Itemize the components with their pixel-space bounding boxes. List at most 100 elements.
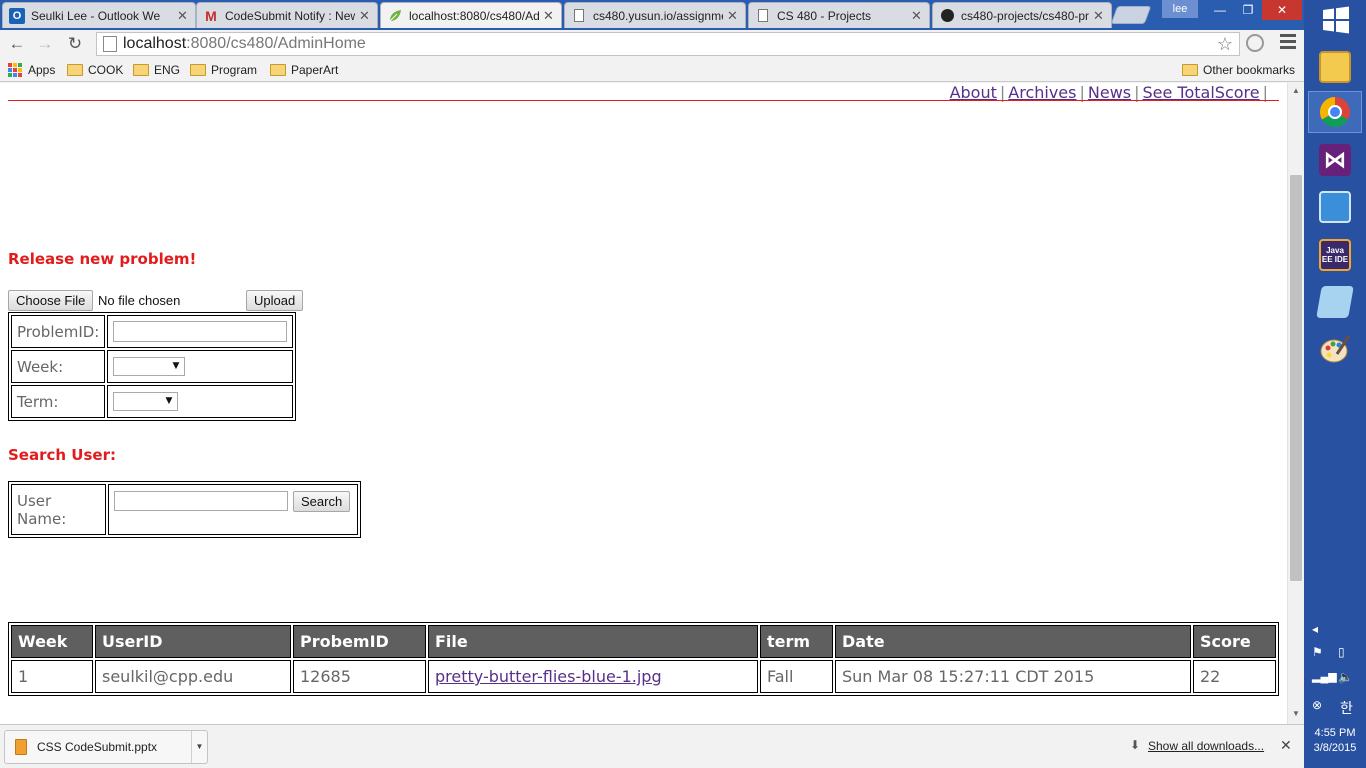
scroll-down-icon[interactable]: ▼ [1292,709,1300,718]
no-file-text: No file chosen [98,293,181,308]
show-all-downloads-link[interactable]: Show all downloads... [1148,739,1264,753]
tab-localhost[interactable]: localhost:8080/cs480/Ad ✕ [380,2,562,28]
cell-score: 22 [1193,660,1276,693]
term-select[interactable]: ▼ [113,392,179,411]
tab-github[interactable]: cs480-projects/cs480-pr ✕ [932,2,1112,28]
vertical-scrollbar[interactable]: ▲ ▼ [1287,83,1304,724]
restore-icon[interactable]: ❐ [1234,0,1262,20]
page-icon [755,8,771,24]
reload-icon[interactable]: ↻ [64,33,86,55]
extension-icon[interactable] [1246,34,1264,52]
column-header-problemid: ProbemID [293,625,426,658]
close-icon[interactable]: ✕ [1280,737,1292,754]
close-icon[interactable]: ✕ [911,8,923,24]
visual-studio-icon: ⋈ [1319,144,1351,176]
close-icon[interactable]: ✕ [1093,8,1105,24]
taskbar-file-explorer[interactable] [1308,46,1362,88]
scroll-up-icon[interactable]: ▲ [1292,86,1300,95]
column-header-date: Date [835,625,1191,658]
network-signal-icon[interactable]: ▂▄▆ [1312,670,1337,683]
menu-icon[interactable] [1280,34,1296,50]
dropdown-caret-icon: ▼ [165,396,173,406]
action-center-flag-icon[interactable]: ⚑ [1312,645,1323,659]
bookmark-folder-cook[interactable]: COOK [67,62,123,78]
tab-projects[interactable]: CS 480 - Projects ✕ [748,2,930,28]
column-header-userid: UserID [95,625,291,658]
problem-id-input[interactable] [113,321,288,342]
tray-expand-icon[interactable]: ◂ [1312,622,1318,636]
week-select[interactable]: ▼ [113,357,186,376]
volume-icon[interactable]: 🔈 [1338,670,1353,684]
choose-file-button[interactable]: Choose File [8,290,94,311]
taskbar-remote-desktop[interactable] [1308,186,1362,228]
forward-icon[interactable]: → [34,33,56,55]
browser-window: O Seulki Lee - Outlook We ✕ M CodeSubmit… [0,0,1304,768]
chevron-down-icon[interactable]: ▼ [191,731,207,763]
browser-toolbar: ← → ↻ localhost :8080/cs480/AdminHome ☆ [0,30,1304,58]
ime-language-label[interactable]: 한 [1340,698,1353,718]
bookmark-folder-paperart[interactable]: PaperArt [270,62,338,78]
header-divider [8,100,1279,101]
battery-icon[interactable]: ▯ [1338,645,1345,659]
term-cell: ▼ [107,385,294,418]
search-form-table: User Name: Search [8,481,361,538]
tab-codesubmit[interactable]: M CodeSubmit Notify : New ✕ [196,2,378,28]
scrollbar-thumb[interactable] [1290,175,1302,581]
close-icon[interactable]: ✕ [727,8,739,24]
close-icon[interactable]: ✕ [177,8,189,24]
address-bar[interactable]: localhost :8080/cs480/AdminHome ☆ [96,32,1240,56]
bookmark-apps[interactable]: Apps [8,62,55,78]
clock-date: 3/8/2015 [1313,742,1357,754]
taskbar-notepad[interactable] [1308,281,1362,323]
profile-badge[interactable]: lee [1162,0,1198,18]
tab-label: CodeSubmit Notify : New [225,8,355,23]
windows-start-icon[interactable] [1322,6,1350,34]
bookmark-folder-other[interactable]: Other bookmarks [1182,62,1295,78]
taskbar-chrome[interactable] [1308,91,1362,133]
downloads-bar: CSS CodeSubmit.pptx ▼ ⬇ Show all downloa… [0,724,1304,768]
taskbar-paint[interactable] [1308,329,1362,371]
minimize-icon[interactable]: — [1206,0,1234,20]
bookmark-label: Program [211,63,258,77]
bookmark-folder-program[interactable]: Program [190,62,257,78]
taskbar-visual-studio[interactable]: ⋈ [1308,139,1362,181]
tab-label: CS 480 - Projects [777,8,872,23]
ime-mode-icon[interactable]: ⊗ [1312,698,1322,712]
close-icon[interactable]: ✕ [543,8,555,24]
system-clock[interactable]: 4:55 PM 3/8/2015 [1304,726,1366,756]
cell-file: pretty-butter-flies-blue-1.jpg [428,660,758,693]
search-button[interactable]: Search [293,491,351,512]
close-icon[interactable]: ✕ [359,8,371,24]
window-close-icon[interactable]: ✕ [1262,0,1302,20]
url-host: localhost [123,35,187,52]
folder-icon [270,64,286,76]
file-link[interactable]: pretty-butter-flies-blue-1.jpg [435,667,662,686]
powerpoint-file-icon [15,739,27,755]
tab-yusun[interactable]: cs480.yusun.io/assignme ✕ [564,2,746,28]
release-heading: Release new problem! [8,250,197,268]
top-nav: About | Archives | News | See TotalScore | [950,83,1271,102]
tab-outlook[interactable]: O Seulki Lee - Outlook We ✕ [2,2,196,28]
back-icon[interactable]: ← [6,33,28,55]
upload-button[interactable]: Upload [246,290,304,311]
bookmark-star-icon[interactable]: ☆ [1217,33,1233,55]
new-tab-button[interactable] [1110,6,1152,24]
bookmarks-bar: Apps COOK ENG Program PaperArt Other boo… [0,58,1304,82]
folder-icon [190,64,206,76]
week-label: Week: [11,350,106,383]
user-name-input[interactable] [114,491,288,511]
bookmark-folder-eng[interactable]: ENG [133,62,180,78]
page-icon [571,8,587,24]
user-name-label: User Name: [11,484,106,535]
gmail-icon: M [205,7,217,24]
folder-icon [67,64,83,76]
cell-problemid: 12685 [293,660,426,693]
cell-term: Fall [760,660,833,693]
taskbar-java-ee-ide[interactable]: Java EE IDE [1308,234,1362,276]
download-item[interactable]: CSS CodeSubmit.pptx ▼ [4,730,208,764]
submissions-table: Week UserID ProbemID File term Date Scor… [8,622,1279,696]
term-label: Term: [11,385,106,418]
table-row: 1 seulkil@cpp.edu 12685 pretty-butter-fl… [11,660,1276,693]
column-header-score: Score [1193,625,1276,658]
page-viewport: About | Archives | News | See TotalScore | Rele… [0,83,1287,724]
